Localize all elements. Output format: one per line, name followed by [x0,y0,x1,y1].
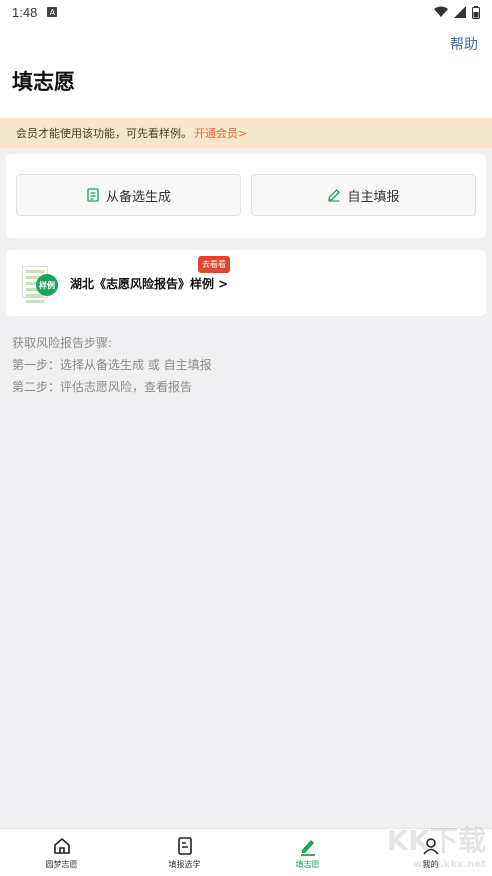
tab-yuanmeng[interactable]: 圆梦志愿 [0,829,123,876]
sample-thumbnail: 样例 [20,266,60,303]
user-icon [422,837,439,855]
tab-fill-volunteer[interactable]: 填志愿 [246,829,369,876]
status-bar: 1:48 A [0,0,492,24]
tab-label: 我的 [422,859,439,869]
bottom-tab-bar: 圆梦志愿 填报选学 填志愿 我的 [0,828,492,876]
tab-label: 圆梦志愿 [45,859,78,869]
sample-report-link[interactable]: 湖北《志愿风险报告》样例 > [70,275,228,292]
risk-report-steps: 获取风险报告步骤: 第一步：选择从备选生成 或 自主填报 第二步：评估志愿风险，… [0,318,492,412]
vip-banner: 会员才能使用该功能，可先看样例。 开通会员> [0,118,492,148]
document-icon [177,836,192,855]
sample-report-card[interactable]: 样例 湖北《志愿风险报告》样例 > 去看看 [6,250,486,316]
page-title: 填志愿 [12,70,75,94]
header: 帮助 填志愿 [0,24,492,118]
edit-icon [328,189,341,202]
tab-mine[interactable]: 我的 [369,829,492,876]
go-see-tag: 去看看 [198,256,230,273]
wifi-icon [434,6,448,17]
tab-label: 填报选学 [168,859,201,869]
tab-tianbao[interactable]: 填报选学 [123,829,246,876]
generate-button-label: 从备选生成 [105,189,171,205]
actions-card: 从备选生成 自主填报 [6,154,486,238]
vip-banner-text: 会员才能使用该功能，可先看样例。 [16,127,192,140]
battery-icon [472,5,480,19]
document-list-icon [87,188,99,202]
open-membership-link[interactable]: 开通会员> [194,125,247,141]
pencil-icon [300,839,315,856]
signal-icon [454,6,466,18]
tab-label: 填志愿 [295,859,320,869]
sample-badge: 样例 [36,274,58,296]
help-link[interactable]: 帮助 [450,34,478,54]
manual-fill-button-label: 自主填报 [347,189,400,205]
notification-icon: A [47,7,58,17]
steps-title: 获取风险报告步骤: [12,336,113,350]
step-one: 第一步：选择从备选生成 或 自主填报 [12,358,212,372]
generate-from-candidates-button[interactable]: 从备选生成 [16,174,241,216]
step-two: 第二步：评估志愿风险，查看报告 [12,380,193,394]
manual-fill-button[interactable]: 自主填报 [251,174,476,216]
status-icons [434,5,480,19]
home-icon [53,837,70,854]
status-time: 1:48 [12,4,38,20]
